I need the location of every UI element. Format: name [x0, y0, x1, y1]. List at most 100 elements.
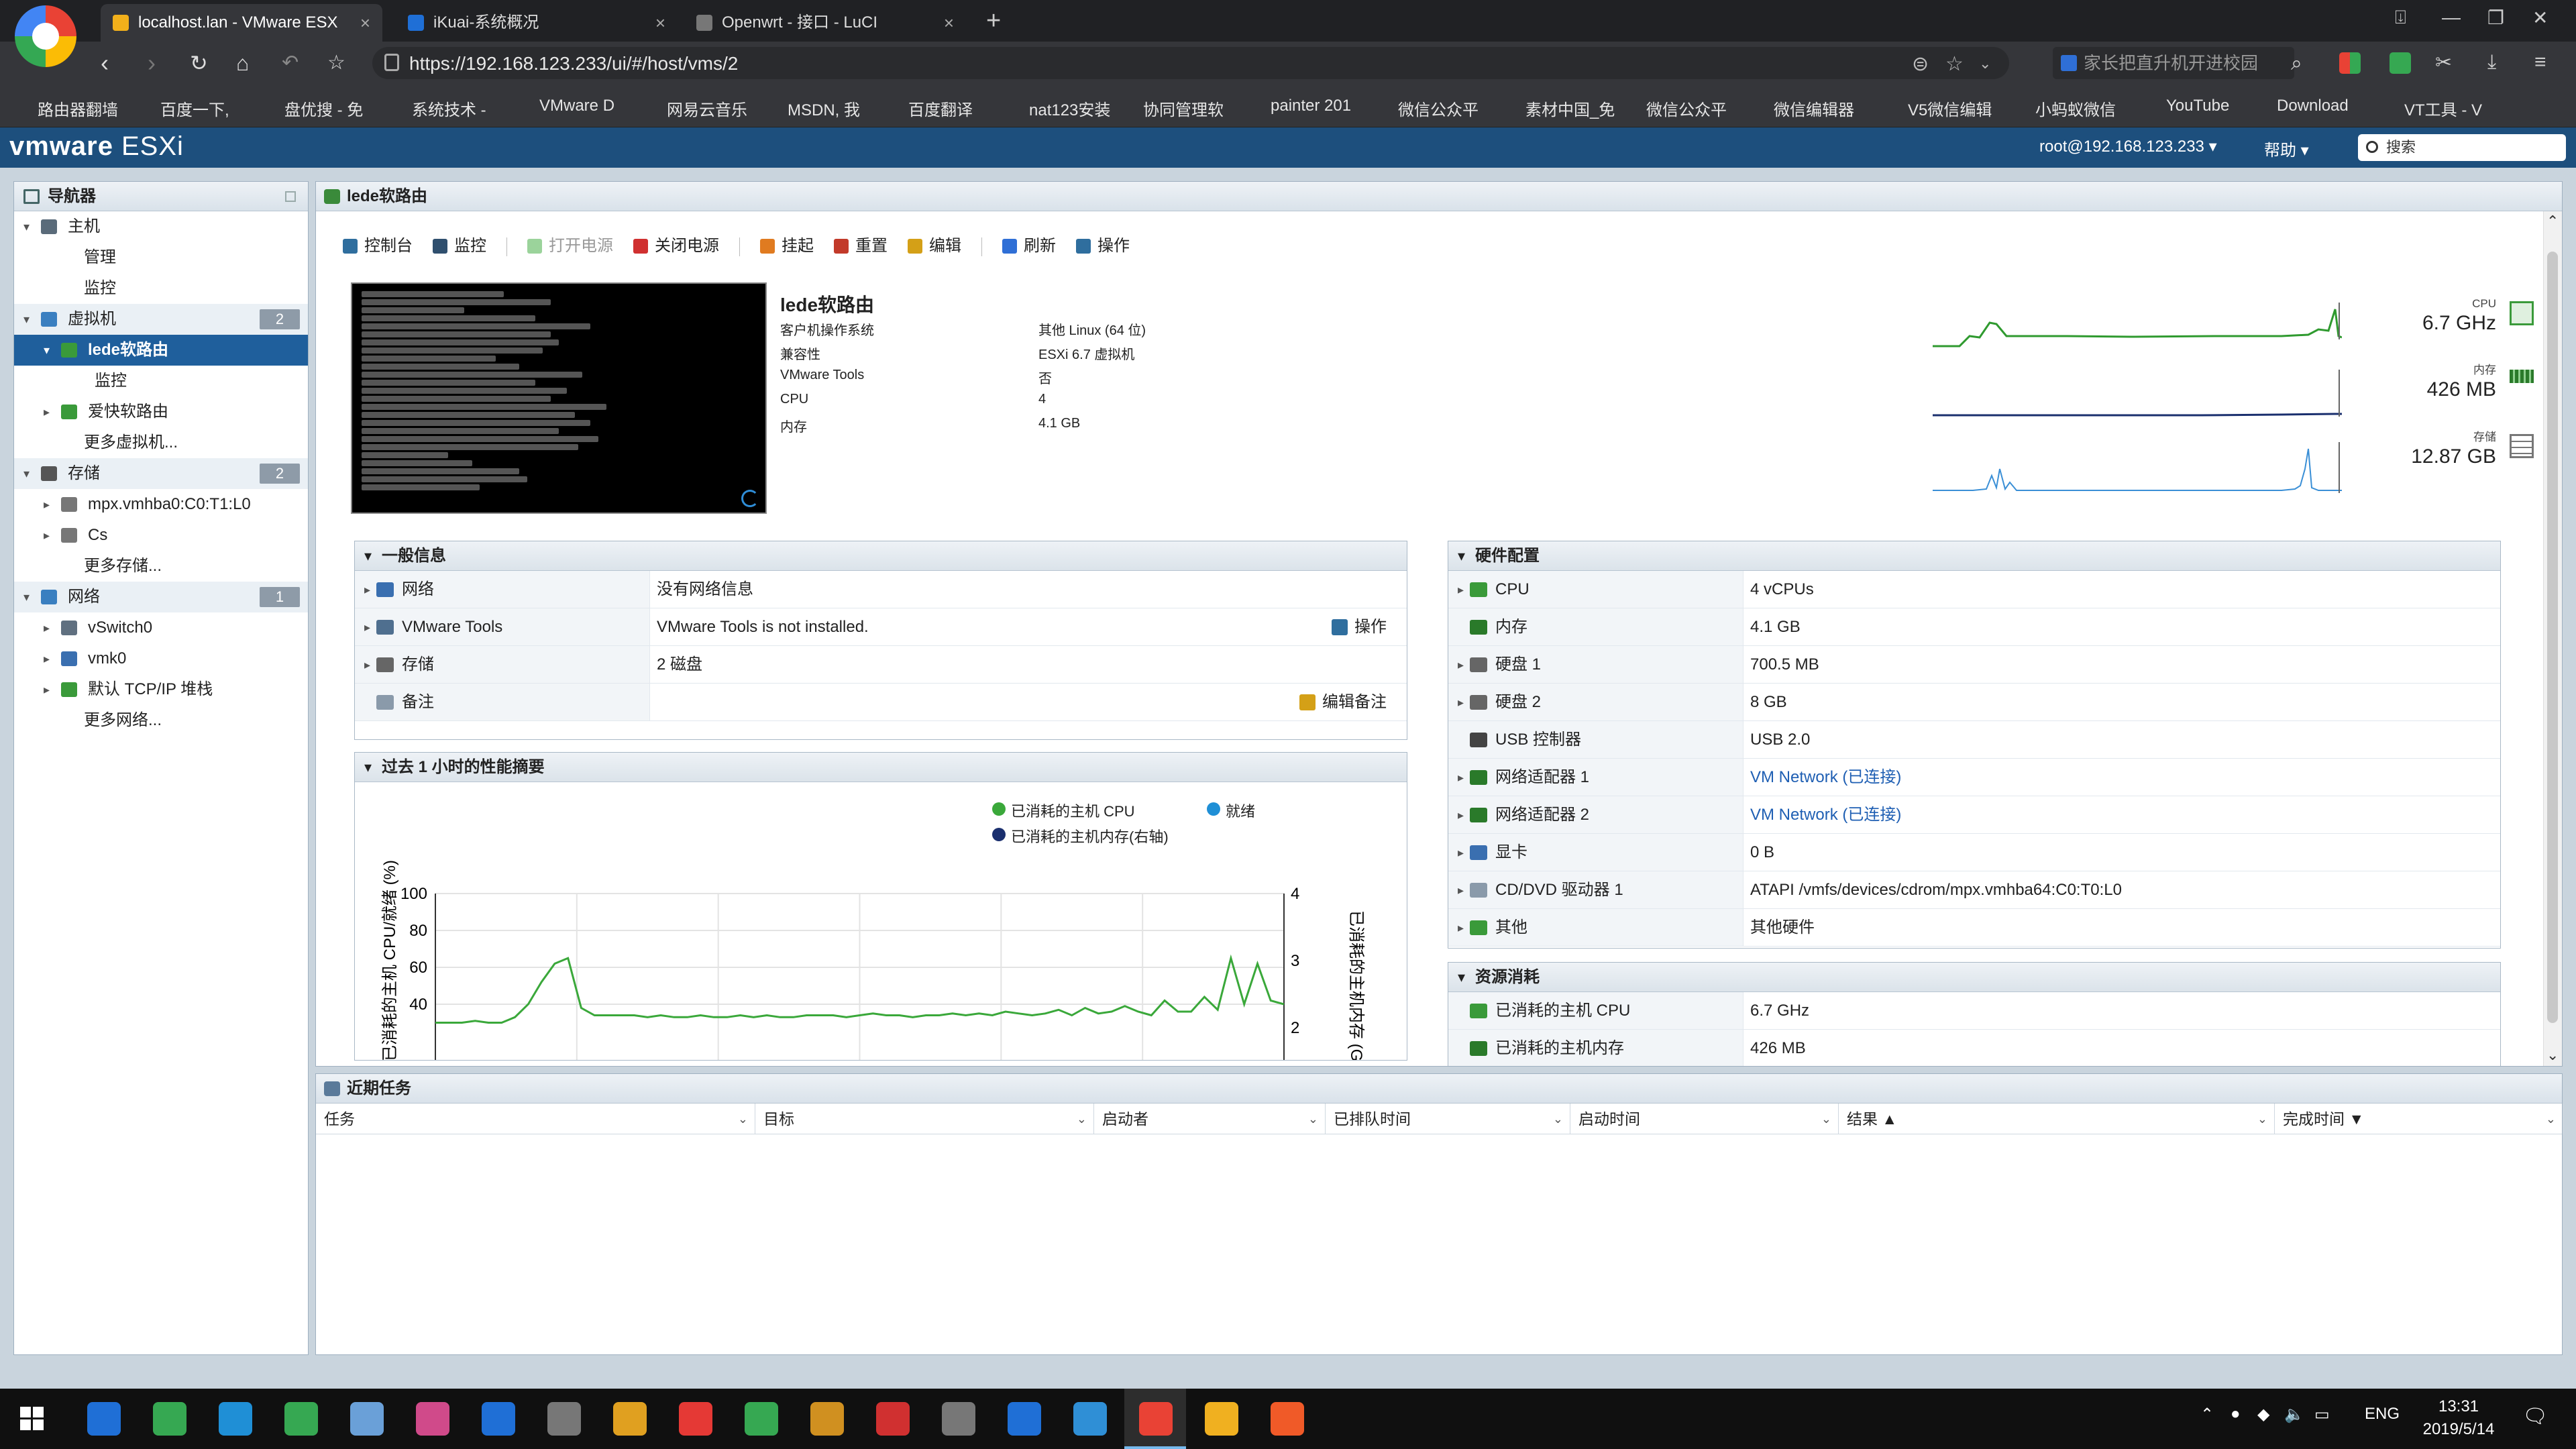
bookmark-item[interactable]: 微信公众平 — [1375, 97, 1479, 120]
browser-logo-icon[interactable] — [15, 5, 76, 67]
bookmark-item[interactable]: 素材中国_免 — [1503, 97, 1615, 120]
task-column-header[interactable]: 启动者 ⌄ — [1094, 1104, 1326, 1134]
windows-start-icon[interactable] — [20, 1407, 44, 1431]
hardware-rows-row[interactable]: USB 控制器 USB 2.0 — [1448, 721, 2500, 759]
console-thumbnail[interactable] — [351, 282, 767, 514]
expand-arrow-icon[interactable]: ▸ — [364, 608, 370, 646]
volume-icon[interactable]: 🔈 — [2284, 1405, 2304, 1424]
collapse-icon[interactable] — [285, 191, 296, 202]
nav-item[interactable]: 更多虚拟机... — [14, 427, 308, 458]
bookmark-item[interactable]: painter 201 — [1248, 97, 1351, 115]
scissors-icon[interactable]: ✂ — [2435, 51, 2452, 74]
expand-arrow-icon[interactable]: ▸ — [44, 520, 50, 551]
bookmark-item[interactable]: YouTube — [2143, 97, 2229, 115]
general-rows-row[interactable]: ▸ 存储 2 磁盘 — [355, 646, 1407, 684]
taskbar-app-icon[interactable] — [876, 1402, 910, 1436]
task-column-header[interactable]: 启动时间 ⌄ — [1570, 1104, 1839, 1134]
nav-item[interactable]: ▸ 默认 TCP/IP 堆栈 — [14, 674, 308, 705]
nav-item[interactable]: ▾ 虚拟机 2 — [14, 304, 308, 335]
taskbar-app-icon[interactable] — [284, 1402, 318, 1436]
nav-item[interactable]: 更多存储... — [14, 551, 308, 582]
hardware-rows-row[interactable]: ▸ 显卡 0 B — [1448, 834, 2500, 871]
taskbar-app-icon[interactable] — [416, 1402, 449, 1436]
reset-button[interactable]: 重置 — [834, 233, 888, 260]
bookmark-item[interactable]: 网易云音乐 — [644, 97, 747, 120]
taskbar-app-icon[interactable] — [810, 1402, 844, 1436]
bookmark-item[interactable]: VMware D — [517, 97, 614, 115]
bookmark-item[interactable]: 协同管理软 — [1120, 97, 1224, 120]
nav-item[interactable]: 监控 — [14, 273, 308, 304]
expand-arrow-icon[interactable]: ▸ — [1458, 684, 1464, 721]
expand-arrow-icon[interactable]: ▸ — [44, 612, 50, 643]
bookmark-item[interactable]: 盘优搜 - 免 — [262, 97, 363, 120]
expand-arrow-icon[interactable]: ▸ — [1458, 796, 1464, 834]
general-rows-row[interactable]: 备注 编辑备注 — [355, 684, 1407, 721]
row-value[interactable]: VM Network (已连接) — [1743, 759, 1901, 796]
pin-icon[interactable]: ⍗ — [2395, 7, 2406, 29]
reload-icon[interactable]: ↻ — [190, 48, 208, 78]
nav-item[interactable]: ▸ 爱快软路由 — [14, 396, 308, 427]
nav-item[interactable]: ▾ 存储 2 — [14, 458, 308, 489]
chevron-down-icon[interactable]: ⌄ — [1821, 1104, 1831, 1134]
power-off-button[interactable]: 关闭电源 — [633, 233, 719, 260]
taskbar-app-icon[interactable] — [350, 1402, 384, 1436]
minimize-button[interactable]: — — [2442, 7, 2461, 28]
expand-arrow-icon[interactable]: ▸ — [44, 643, 50, 674]
favorite-star-icon[interactable]: ☆ — [1945, 52, 1964, 76]
expand-arrow-icon[interactable]: ▸ — [1458, 909, 1464, 947]
close-window-button[interactable]: ✕ — [2532, 7, 2548, 29]
notification-icon[interactable]: 🗨 — [2522, 1405, 2548, 1428]
maximize-button[interactable]: ❐ — [2487, 7, 2504, 29]
refresh-button[interactable]: 刷新 — [1002, 233, 1056, 260]
bookmark-item[interactable]: 微信编辑器 — [1751, 97, 1854, 120]
nav-item[interactable]: ▸ vmk0 — [14, 643, 308, 674]
bookmark-item[interactable]: 百度翻译 — [885, 97, 973, 120]
clock[interactable]: 13:31 2019/5/14 — [2415, 1395, 2502, 1441]
scroll-down-icon[interactable]: ⌄ — [2546, 1046, 2559, 1064]
expand-arrow-icon[interactable]: ▾ — [23, 211, 30, 242]
tools-actions-button[interactable]: 操作 — [1332, 608, 1387, 646]
nav-item[interactable]: ▾ 主机 — [14, 211, 308, 242]
tab-openwrt[interactable]: Openwrt - 接口 - LuCI × — [684, 4, 966, 42]
scroll-thumb[interactable] — [2547, 252, 2558, 1023]
task-column-header[interactable]: 已排队时间 ⌄ — [1326, 1104, 1570, 1134]
taskbar-app-icon[interactable] — [942, 1402, 975, 1436]
hardware-rows-row[interactable]: ▸ 硬盘 2 8 GB — [1448, 684, 2500, 721]
taskbar-app-icon[interactable] — [1139, 1402, 1173, 1436]
tab-vmware-esxi[interactable]: localhost.lan - VMware ESX × — [101, 4, 382, 42]
nav-item[interactable]: ▾ lede软路由 — [14, 335, 308, 366]
taskbar-app-icon[interactable] — [745, 1402, 778, 1436]
bookmark-item[interactable]: VT工具 - V — [2381, 97, 2482, 120]
hardware-header[interactable]: 硬件配置 — [1448, 541, 2500, 571]
task-column-header[interactable]: 完成时间 ▼ ⌄ — [2275, 1104, 2563, 1134]
performance-header[interactable]: 过去 1 小时的性能摘要 — [355, 753, 1407, 782]
console-button[interactable]: 控制台 — [343, 233, 413, 260]
resources-rows-row[interactable]: 已消耗的主机内存 426 MB — [1448, 1030, 2500, 1066]
tab-close-icon[interactable]: × — [655, 4, 665, 42]
chevron-down-icon[interactable]: ⌄ — [1553, 1104, 1563, 1134]
menu-icon[interactable]: ≡ — [2534, 51, 2546, 74]
hardware-rows-row[interactable]: ▸ 其他 其他硬件 — [1448, 909, 2500, 947]
hardware-rows-row[interactable]: ▸ 网络适配器 1 VM Network (已连接) — [1448, 759, 2500, 796]
bookmark-star-icon[interactable]: ☆ — [327, 48, 345, 78]
compat-mode-icon[interactable]: ⊜ — [1912, 52, 1929, 76]
taskbar-app-icon[interactable] — [482, 1402, 515, 1436]
browser-search-box[interactable]: 家长把直升机开进校园 — [2053, 47, 2294, 79]
expand-arrow-icon[interactable]: ▸ — [44, 396, 50, 427]
taskbar-app-icon[interactable] — [613, 1402, 647, 1436]
tray-app-icon[interactable]: ◆ — [2257, 1405, 2269, 1424]
suspend-button[interactable]: 挂起 — [760, 233, 814, 260]
expand-arrow-icon[interactable]: ▸ — [1458, 834, 1464, 871]
expand-arrow-icon[interactable]: ▾ — [23, 458, 30, 489]
resources-rows-row[interactable]: 已消耗的主机 CPU 6.7 GHz — [1448, 992, 2500, 1030]
expand-arrow-icon[interactable]: ▸ — [1458, 871, 1464, 909]
address-bar[interactable]: https://192.168.123.233/ui/#/host/vms/2 … — [372, 47, 2009, 79]
scroll-up-icon[interactable]: ⌃ — [2546, 213, 2559, 230]
chevron-down-icon[interactable]: ⌄ — [1308, 1104, 1318, 1134]
expand-arrow-icon[interactable]: ▸ — [44, 489, 50, 520]
taskbar-app-icon[interactable] — [153, 1402, 186, 1436]
refresh-console-icon[interactable] — [741, 490, 759, 507]
nav-item[interactable]: ▸ vSwitch0 — [14, 612, 308, 643]
download-icon[interactable]: ⤓ — [2487, 51, 2496, 74]
hardware-rows-row[interactable]: 内存 4.1 GB — [1448, 608, 2500, 646]
